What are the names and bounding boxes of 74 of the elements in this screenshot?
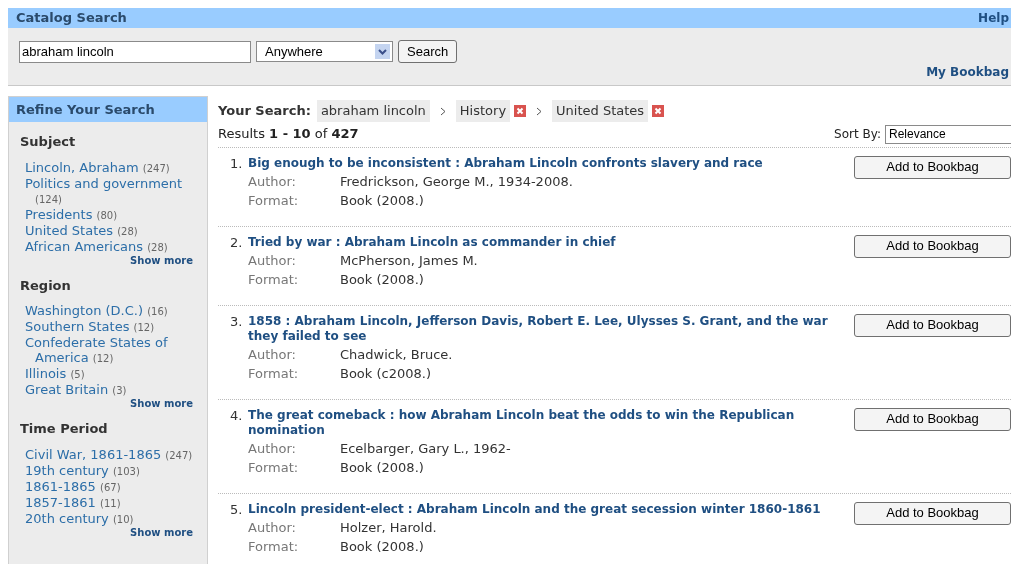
add-to-bookbag-button[interactable]: Add to Bookbag — [854, 313, 1011, 337]
show-more-link[interactable]: Show more — [130, 254, 193, 266]
field-label: Author: — [248, 172, 297, 191]
remove-icon[interactable] — [514, 105, 527, 117]
add-to-bookbag-button[interactable]: Add to Bookbag — [854, 234, 1011, 258]
facet-link[interactable]: 1857-1861 (11) — [25, 494, 193, 511]
field-label: Author: — [248, 251, 297, 270]
facet-link[interactable]: Civil War, 1861-1865 (247) — [25, 446, 193, 463]
field-label: Format: — [248, 270, 300, 289]
field-value: Book (c2008.) — [340, 364, 432, 383]
facet-link[interactable]: Politics and government (124) — [25, 175, 193, 207]
facet-link[interactable]: 20th century (10) — [25, 510, 193, 527]
facet-link[interactable]: 1861-1865 (67) — [25, 478, 193, 495]
chevron-icon — [439, 106, 446, 116]
scope-dropdown[interactable]: Anywhere — [256, 41, 393, 62]
result-number: 2. — [230, 234, 244, 252]
chevron-icon — [536, 106, 543, 116]
add-to-bookbag-button[interactable]: Add to Bookbag — [854, 155, 1011, 179]
result-number: 3. — [230, 313, 244, 331]
field-value: Book (2008.) — [340, 537, 425, 556]
field-label: Format: — [248, 537, 300, 556]
facet-link[interactable]: 19th century (103) — [25, 462, 193, 479]
field-label: Author: — [248, 345, 297, 364]
search-field[interactable]: abraham lincoln — [19, 40, 251, 63]
field-value: Book (2008.) — [340, 458, 425, 477]
facet-link[interactable]: Southern States (12) — [25, 319, 193, 335]
facet-link[interactable]: Great Britain (3) — [25, 382, 193, 398]
field-label: Author: — [248, 518, 297, 537]
result-title-link[interactable]: Big enough to be inconsistent : Abraham Lincoln confronts slavery and race — [248, 155, 848, 171]
page-title: Catalog Search — [16, 9, 127, 28]
show-more-link[interactable]: Show more — [130, 398, 193, 409]
facet-heading: Subject — [20, 133, 77, 151]
facet-link[interactable]: Confederate States of America (12) — [25, 335, 193, 366]
result-number: 1. — [230, 155, 244, 173]
facet-heading: Time Period — [20, 420, 109, 438]
result-title-link[interactable]: Tried by war : Abraham Lincoln as commander in chief — [248, 234, 848, 250]
field-value: Holzer, Harold. — [340, 518, 438, 537]
sidebar-title: Refine Your Search — [16, 100, 155, 119]
field-label: Format: — [248, 364, 300, 383]
field-value: Ecelbarger, Gary L., 1962- — [340, 439, 512, 458]
field-label: Author: — [248, 439, 297, 458]
results-summary: Results 1 - 10 of 427 — [218, 125, 359, 143]
remove-icon[interactable] — [652, 105, 665, 117]
search-term-chip: abraham lincoln — [316, 100, 430, 122]
field-value: McPherson, James M. — [340, 251, 479, 270]
facet-link[interactable]: Lincoln, Abraham (247) — [25, 159, 193, 176]
help-link[interactable]: Help — [978, 9, 1009, 27]
field-label: Format: — [248, 458, 300, 477]
add-to-bookbag-button[interactable]: Add to Bookbag — [854, 501, 1011, 525]
search-term-chip: United States — [552, 100, 649, 122]
result-number: 4. — [230, 407, 244, 425]
facet-link[interactable]: Illinois (5) — [25, 366, 193, 382]
facet-link[interactable]: Presidents (80) — [25, 206, 193, 223]
field-value: Chadwick, Bruce. — [340, 345, 454, 364]
sort-label: Sort By: — [834, 126, 881, 143]
your-search-label: Your Search: — [218, 102, 311, 121]
sort-dropdown[interactable]: Relevance — [885, 124, 1011, 144]
result-number: 5. — [230, 501, 244, 519]
search-term-chip: History — [455, 100, 511, 122]
facet-link[interactable]: United States (28) — [25, 222, 193, 239]
search-button[interactable]: Search — [398, 40, 458, 63]
result-title-link[interactable]: 1858 : Abraham Lincoln, Jefferson Davis, Robert E. Lee, Ulysses S. Grant, and the war they failed to see — [248, 313, 848, 344]
facet-link[interactable]: Washington (D.C.) (16) — [25, 303, 193, 319]
result-title-link[interactable]: Lincoln president-elect : Abraham Lincoln and the great secession winter 1860-1861 — [248, 501, 848, 517]
result-title-link[interactable]: The great comeback : how Abraham Lincoln beat the odds to win the Republican nomination — [248, 407, 848, 438]
show-more-link[interactable]: Show more — [130, 526, 193, 538]
facet-heading: Region — [20, 276, 72, 295]
facet-link[interactable]: African Americans (28) — [25, 238, 193, 255]
bookbag-link[interactable]: My Bookbag — [926, 63, 1009, 81]
field-value: Book (2008.) — [340, 191, 425, 210]
field-value: Book (2008.) — [340, 270, 425, 289]
field-label: Format: — [248, 191, 300, 210]
field-value: Fredrickson, George M., 1934-2008. — [340, 172, 574, 191]
add-to-bookbag-button[interactable]: Add to Bookbag — [854, 407, 1011, 431]
